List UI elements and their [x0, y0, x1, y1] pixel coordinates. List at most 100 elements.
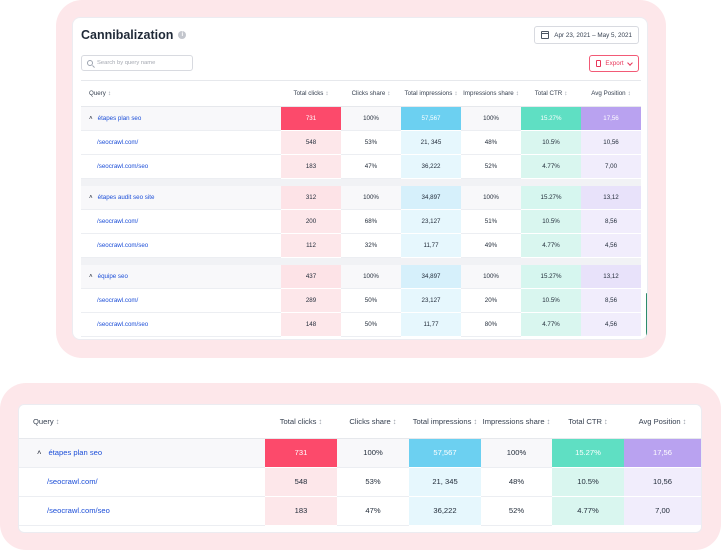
url-link[interactable]: /seocrawl.com/ [81, 130, 281, 155]
column-label: Query [89, 90, 106, 97]
avg-position-cell: 13,12 [581, 264, 641, 289]
sort-icon [318, 417, 322, 426]
sort-icon [564, 90, 567, 97]
chevron-down-icon [626, 59, 633, 66]
clicks-share-cell: 50% [341, 288, 401, 313]
search-input[interactable] [97, 60, 189, 66]
clicks-share-cell: 50% [341, 312, 401, 337]
total-impressions-cell: 11,77 [401, 233, 461, 258]
query-cell[interactable]: étapes plan seo [19, 438, 265, 468]
total-clicks-cell: 183 [265, 496, 337, 526]
group-divider-cell [81, 178, 641, 186]
column-header-total-ctr[interactable]: Total CTR [521, 80, 581, 107]
sort-icon [387, 90, 390, 97]
total-clicks-cell: 148 [281, 312, 341, 337]
total-ctr-cell: 10.5% [552, 467, 624, 497]
total-ctr-cell: 4.77% [521, 233, 581, 258]
chevron-up-icon[interactable] [89, 194, 93, 201]
cannibalization-table: Query Total clicks Clicks share Total im… [81, 80, 641, 337]
total-clicks-cell: 548 [281, 130, 341, 155]
sort-icon [628, 90, 631, 97]
table-scrollbar[interactable] [646, 293, 647, 338]
export-label: Export [605, 60, 624, 67]
total-clicks-cell: 312 [281, 185, 341, 210]
column-header-total-impressions[interactable]: Total impressions [401, 80, 461, 107]
clicks-share-cell: 32% [341, 233, 401, 258]
date-range-text: Apr 23, 2021 – May 5, 2021 [554, 31, 632, 39]
total-impressions-cell: 57,567 [409, 438, 481, 468]
total-clicks-cell: 731 [265, 438, 337, 468]
date-range-picker[interactable]: Apr 23, 2021 – May 5, 2021 [534, 26, 639, 44]
avg-position-cell: 8,56 [581, 288, 641, 313]
table-row: /seocrawl.com/seo 112 32% 11,77 49% 4.77… [81, 233, 641, 258]
table-row: /seocrawl.com/ 289 50% 23,127 20% 10.5% … [81, 288, 641, 313]
column-header-avg-position[interactable]: Avg Position [624, 405, 701, 439]
column-label: Total impressions [404, 90, 453, 97]
column-label: Clicks share [351, 90, 386, 97]
avg-position-cell: 17,56 [624, 438, 701, 468]
url-link[interactable]: /seocrawl.com/ [81, 288, 281, 313]
column-header-query[interactable]: Query [81, 80, 281, 107]
table-row: /seocrawl.com/ 548 53% 21, 345 48% 10.5%… [19, 467, 701, 497]
column-header-total-clicks[interactable]: Total clicks [281, 80, 341, 107]
impressions-share-cell: 52% [461, 154, 521, 179]
url-link[interactable]: /seocrawl.com/ [19, 467, 265, 497]
url-link[interactable]: /seocrawl.com/seo [81, 233, 281, 258]
total-impressions-cell: 34,897 [401, 185, 461, 210]
table-row: /seocrawl.com/ 548 53% 21, 345 48% 10.5%… [81, 130, 641, 155]
url-link[interactable]: /seocrawl.com/seo [81, 154, 281, 179]
chevron-up-icon[interactable] [89, 115, 93, 122]
query-label: étapes plan seo [48, 448, 103, 457]
group-row[interactable]: équipe seo 437 100% 34,897 100% 15.27% 1… [81, 264, 641, 289]
url-link[interactable]: /seocrawl.com/seo [19, 496, 265, 526]
file-icon [596, 60, 602, 67]
impressions-share-cell: 51% [461, 209, 521, 234]
column-label: Impressions share [482, 416, 545, 426]
url-link[interactable]: /seocrawl.com/ [81, 209, 281, 234]
column-header-impressions-share[interactable]: Impressions share [481, 405, 552, 439]
column-header-query[interactable]: Query [19, 405, 265, 439]
info-icon[interactable]: i [178, 31, 187, 39]
total-impressions-cell: 21, 345 [409, 467, 481, 497]
column-label: Total CTR [534, 90, 563, 97]
clicks-share-cell: 100% [341, 264, 401, 289]
group-row[interactable]: étapes plan seo 731 100% 57,567 100% 15.… [19, 438, 701, 468]
total-impressions-cell: 36,222 [409, 496, 481, 526]
zoomed-cannibalization-table: Query Total clicks Clicks share Total im… [19, 405, 701, 526]
table-header: Query Total clicks Clicks share Total im… [19, 405, 701, 439]
group-row[interactable]: étapes plan seo 731 100% 57,567 100% 15.… [81, 106, 641, 131]
column-header-total-clicks[interactable]: Total clicks [265, 405, 337, 439]
column-header-total-ctr[interactable]: Total CTR [552, 405, 624, 439]
sort-icon [547, 417, 551, 426]
sort-icon [683, 417, 687, 426]
search-box[interactable] [81, 55, 193, 71]
query-cell[interactable]: équipe seo [81, 264, 281, 289]
chevron-up-icon[interactable] [89, 273, 93, 280]
query-cell[interactable]: étapes audit seo site [81, 185, 281, 210]
impressions-share-cell: 100% [461, 185, 521, 210]
column-header-avg-position[interactable]: Avg Position [581, 80, 641, 107]
export-button[interactable]: Export [589, 55, 639, 72]
total-ctr-cell: 10.5% [521, 130, 581, 155]
total-impressions-cell: 36,222 [401, 154, 461, 179]
column-header-total-impressions[interactable]: Total impressions [409, 405, 481, 439]
group-row[interactable]: étapes audit seo site 312 100% 34,897 10… [81, 185, 641, 210]
total-impressions-cell: 21, 345 [401, 130, 461, 155]
title-row: Cannibalization i [81, 28, 187, 42]
column-header-clicks-share[interactable]: Clicks share [337, 405, 409, 439]
clicks-share-cell: 68% [341, 209, 401, 234]
total-ctr-cell: 15.27% [521, 106, 581, 131]
zoomed-table-panel: Query Total clicks Clicks share Total im… [18, 404, 702, 533]
column-label: Avg Position [638, 416, 681, 426]
column-header-clicks-share[interactable]: Clicks share [341, 80, 401, 107]
column-header-impressions-share[interactable]: Impressions share [461, 80, 521, 107]
clicks-share-cell: 53% [341, 130, 401, 155]
impressions-share-cell: 49% [461, 233, 521, 258]
avg-position-cell: 17,56 [581, 106, 641, 131]
query-cell[interactable]: étapes plan seo [81, 106, 281, 131]
sort-icon [516, 90, 519, 97]
avg-position-cell: 10,56 [581, 130, 641, 155]
chevron-up-icon[interactable] [37, 448, 41, 457]
column-label: Impressions share [463, 90, 514, 97]
url-link[interactable]: /seocrawl.com/seo [81, 312, 281, 337]
